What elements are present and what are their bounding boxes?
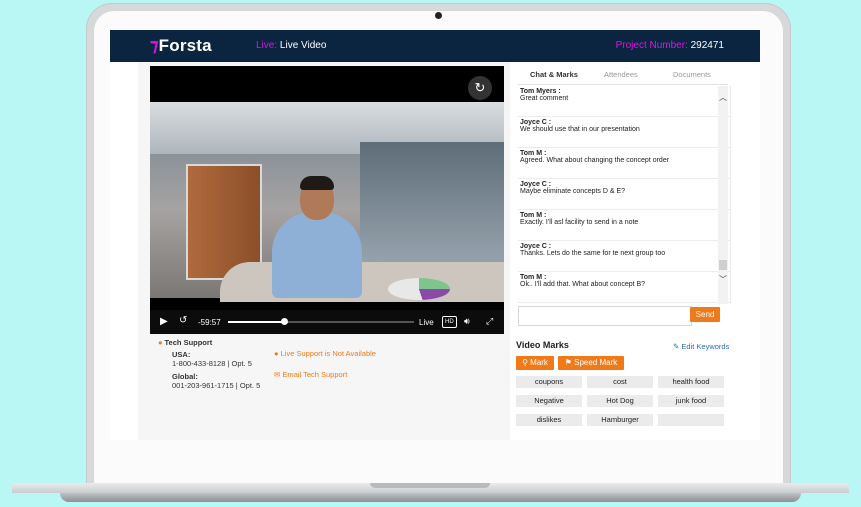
video-player[interactable]: ↻ ▶ ↺ -59:57 Live HD 🔊︎ ⤢ — [150, 66, 504, 334]
fullscreen-icon[interactable]: ⤢ — [486, 316, 493, 327]
keyword-tag[interactable]: coupons — [516, 376, 582, 388]
chat-scrollbar[interactable]: ︿ ﹀ — [718, 86, 728, 304]
chat-icon: ● — [274, 349, 281, 358]
lid-notch — [370, 483, 490, 488]
scroll-thumb[interactable] — [719, 260, 727, 270]
side-panel: Chat & Marks Attendees Documents Tom Mye… — [510, 62, 760, 440]
mark-button[interactable]: ⚲ Mark — [516, 356, 554, 370]
tech-support-title: ● Tech Support — [158, 338, 213, 347]
edit-keywords-link[interactable]: ✎ Edit Keywords — [673, 342, 729, 351]
project-number-value: 292471 — [690, 40, 724, 51]
keyword-tag[interactable]: Hot Dog — [587, 395, 653, 407]
brand-logo[interactable]: ⁊Forsta — [150, 36, 212, 56]
seek-bar[interactable] — [228, 318, 414, 325]
project-number: Project Number: 292471 — [616, 40, 724, 51]
live-support-link[interactable]: ● Live Support is Not Available — [274, 349, 376, 358]
brand-logo-icon: ⁊ — [150, 36, 159, 55]
seek-handle[interactable] — [280, 318, 288, 325]
usa-phone: 1-800-433-8128 | Opt. 5 — [172, 359, 252, 368]
tab-attendees[interactable]: Attendees — [604, 70, 638, 79]
tab-documents[interactable]: Documents — [673, 70, 711, 79]
tab-chat-marks[interactable]: Chat & Marks — [530, 70, 578, 79]
top-bar: ⁊Forsta Live: Live Video Project Number:… — [110, 30, 760, 62]
chat-message: Joyce C : Thanks. Lets do the same for te… — [518, 241, 730, 272]
rewind-10-icon[interactable]: ↺ — [179, 315, 187, 326]
chevron-up-icon[interactable]: ︿ — [718, 92, 728, 103]
chat-message: Tom M : Exactly. I'll asl facility to sen… — [518, 210, 730, 241]
side-tabs: Chat & Marks Attendees Documents — [518, 62, 728, 85]
laptop-base — [0, 483, 861, 507]
chat-message: Tom Myers : Great comment — [518, 86, 730, 117]
chat-list: Tom Myers : Great comment Joyce C : We sho… — [518, 86, 731, 304]
pencil-icon: ✎ — [673, 342, 680, 351]
keyword-tag[interactable] — [658, 414, 724, 426]
video-marks-title: Video Marks — [516, 340, 569, 350]
time-remaining: -59:57 — [198, 318, 221, 327]
chat-message: Joyce C : Maybe eliminate concepts D & E? — [518, 179, 730, 210]
keyword-tag[interactable]: cost — [587, 376, 653, 388]
live-button[interactable]: Live — [419, 318, 434, 327]
speed-mark-button[interactable]: ⚑ Speed Mark — [558, 356, 624, 370]
keyword-tag[interactable]: Hamburger — [587, 414, 653, 426]
player-controls: ▶ ↺ -59:57 Live HD 🔊︎ ⤢ — [150, 310, 504, 334]
volume-icon[interactable]: 🔊︎ — [464, 316, 470, 327]
chevron-down-icon[interactable]: ﹀ — [718, 274, 728, 285]
keyword-tag[interactable]: junk food — [658, 395, 724, 407]
loop-icon[interactable]: ↻ — [468, 76, 492, 100]
seek-bar-fill — [228, 321, 284, 323]
flag-icon: ⚑ — [564, 358, 575, 367]
send-button[interactable]: Send — [690, 307, 720, 322]
chat-message: Tom M : Agreed. What about changing the c… — [518, 148, 730, 179]
laptop-lid: ⁊Forsta Live: Live Video Project Number:… — [86, 3, 791, 488]
chat-bubble-icon: ● — [158, 338, 163, 347]
play-icon[interactable]: ▶ — [160, 316, 168, 327]
webcam — [435, 12, 442, 19]
project-number-label: Project Number: — [615, 40, 688, 51]
hd-button[interactable]: HD — [442, 316, 457, 328]
chat-input[interactable] — [518, 306, 692, 326]
keyword-tag[interactable]: Negative — [516, 395, 582, 407]
app-screen: ⁊Forsta Live: Live Video Project Number:… — [110, 30, 760, 440]
email-support-link[interactable]: ✉ Email Tech Support — [274, 370, 347, 379]
global-phone: 001-203-961-1715 | Opt. 5 — [172, 381, 261, 390]
main-content: ↻ ▶ ↺ -59:57 Live HD 🔊︎ ⤢ ●Tech Support — [110, 62, 760, 440]
live-title: Live: Live Video — [256, 40, 326, 51]
keyword-tag[interactable]: dislikes — [516, 414, 582, 426]
chat-message: Tom M : Ok.. I'll add that. What about co… — [518, 272, 730, 303]
live-label: Live: — [256, 40, 278, 51]
video-frame — [150, 102, 504, 302]
session-title: Live Video — [279, 40, 327, 51]
keyword-tag[interactable]: health food — [658, 376, 724, 388]
pin-icon: ⚲ — [522, 358, 531, 367]
chat-message: Joyce C : We should use that in our prese… — [518, 117, 730, 148]
